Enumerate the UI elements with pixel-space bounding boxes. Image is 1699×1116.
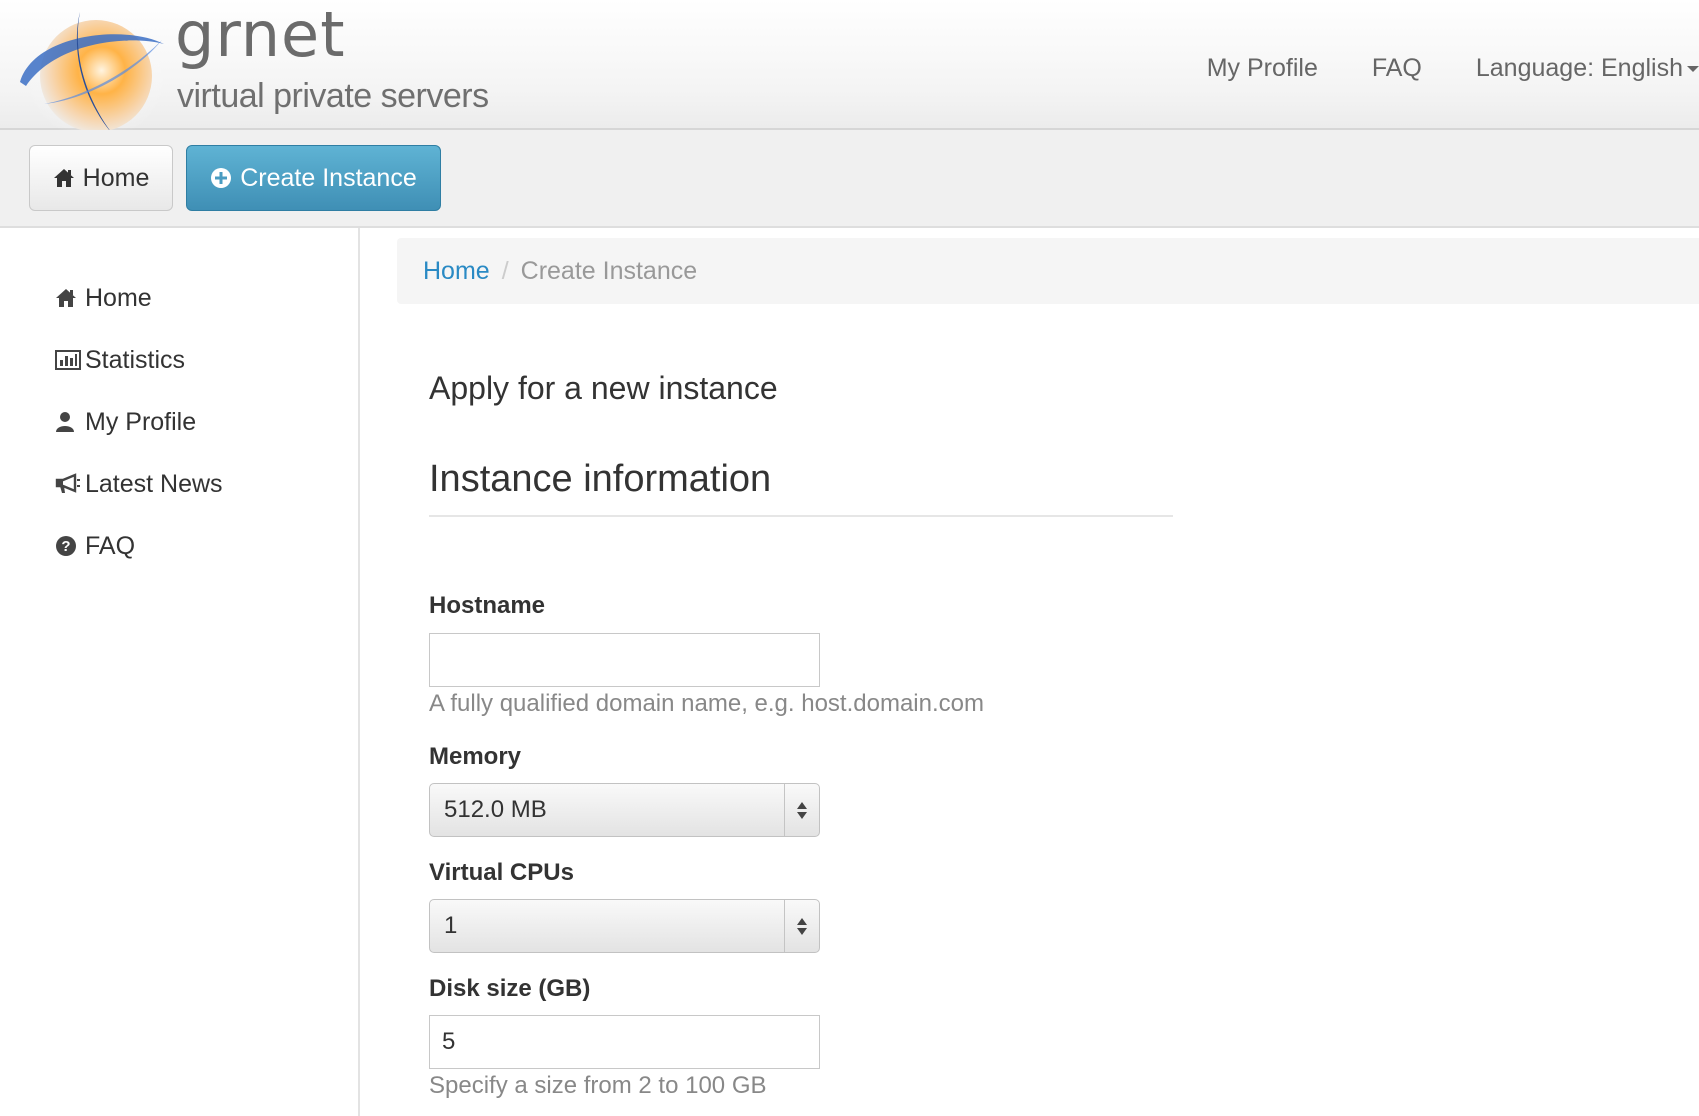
bullhorn-icon xyxy=(55,473,85,495)
plus-circle-icon xyxy=(210,167,232,189)
home-button[interactable]: Home xyxy=(29,145,173,211)
brand-name: grnet xyxy=(175,0,346,71)
memory-label: Memory xyxy=(429,743,522,770)
sidebar-item-label: My Profile xyxy=(85,407,197,436)
top-nav: My Profile FAQ Language: English xyxy=(1153,48,1699,88)
user-icon xyxy=(55,411,85,433)
topnav-my-profile-link[interactable]: My Profile xyxy=(1207,54,1318,83)
vcpus-label: Virtual CPUs xyxy=(429,859,574,886)
hostname-label: Hostname xyxy=(429,592,546,619)
vcpus-select-value: 1 xyxy=(444,912,458,939)
memory-select[interactable]: 512.0 MB xyxy=(429,783,820,837)
sidebar-item-label: Home xyxy=(85,283,152,312)
action-bar: Home Create Instance xyxy=(0,130,1699,228)
top-header: grnet virtual private servers My Profile… xyxy=(0,0,1699,140)
page: grnet virtual private servers My Profile… xyxy=(0,0,1699,1116)
sidebar-item-latest-news[interactable]: Latest News xyxy=(55,466,223,502)
sidebar-item-my-profile[interactable]: My Profile xyxy=(55,404,196,440)
question-circle-icon: ? xyxy=(55,535,85,557)
caret-down-icon xyxy=(1687,65,1699,72)
select-arrows-icon xyxy=(784,784,819,836)
disk-size-input[interactable] xyxy=(429,1015,820,1069)
breadcrumb: Home / Create Instance xyxy=(397,238,1699,304)
breadcrumb-home-link[interactable]: Home xyxy=(423,257,490,286)
home-icon xyxy=(55,288,85,308)
breadcrumb-current: Create Instance xyxy=(520,256,698,285)
section-title: Instance information xyxy=(429,458,772,500)
hostname-input[interactable] xyxy=(429,633,820,687)
breadcrumb-separator: / xyxy=(501,256,509,285)
grnet-logo-icon[interactable] xyxy=(14,4,172,144)
sidebar-item-faq[interactable]: ? FAQ xyxy=(55,528,135,564)
home-icon xyxy=(53,168,75,188)
page-title: Apply for a new instance xyxy=(429,370,778,406)
sidebar-item-statistics[interactable]: Statistics xyxy=(55,342,185,378)
memory-select-value: 512.0 MB xyxy=(444,796,547,823)
sidebar: Home Statistics My Profile Latest News ?… xyxy=(0,228,360,1116)
sidebar-item-label: Latest News xyxy=(85,469,223,498)
language-label: Language: English xyxy=(1475,53,1683,82)
vcpus-select[interactable]: 1 xyxy=(429,899,820,953)
create-instance-button[interactable]: Create Instance xyxy=(186,145,441,211)
svg-text:?: ? xyxy=(61,538,70,555)
disk-size-label: Disk size (GB) xyxy=(429,975,591,1002)
bar-chart-icon xyxy=(55,350,85,370)
section-divider xyxy=(429,515,1173,517)
topnav-faq-link[interactable]: FAQ xyxy=(1372,54,1422,83)
disk-size-help-text: Specify a size from 2 to 100 GB xyxy=(429,1072,767,1099)
sidebar-item-label: FAQ xyxy=(85,531,136,560)
hostname-help-text: A fully qualified domain name, e.g. host… xyxy=(429,690,984,717)
home-button-label: Home xyxy=(82,163,150,192)
brand-tagline: virtual private servers xyxy=(177,77,489,115)
sidebar-item-label: Statistics xyxy=(85,345,186,374)
sidebar-item-home[interactable]: Home xyxy=(55,280,152,316)
select-arrows-icon xyxy=(784,900,819,952)
language-dropdown[interactable]: Language: English xyxy=(1476,54,1699,83)
create-instance-button-label: Create Instance xyxy=(240,163,417,192)
